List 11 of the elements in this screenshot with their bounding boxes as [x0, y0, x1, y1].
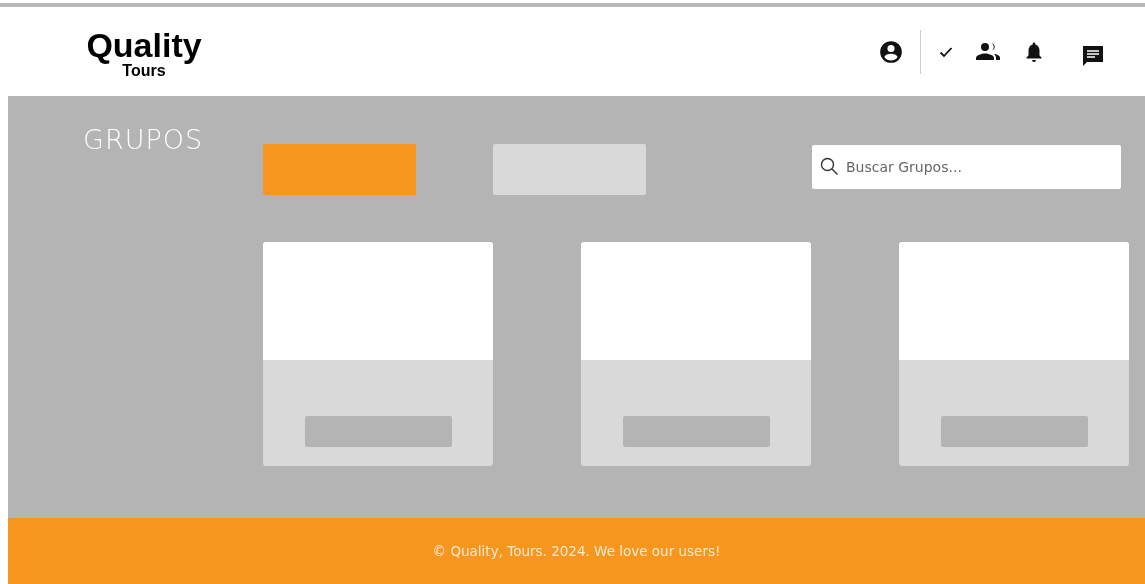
search-icon [820, 157, 839, 176]
page-heading: GRUPOS [83, 124, 204, 155]
search-field[interactable]: Buscar Grupos... [812, 145, 1121, 189]
logo-title: Quality [86, 28, 202, 62]
checkmark-icon[interactable] [939, 46, 953, 58]
bell-icon[interactable] [1025, 41, 1043, 63]
logo-subtitle: Tours [122, 62, 166, 80]
chat-icon[interactable] [1081, 44, 1105, 68]
footer-text: © Quality, Tours. 2024. We love our users! [432, 543, 721, 559]
account-icon[interactable] [878, 39, 904, 65]
people-icon[interactable] [975, 42, 1001, 62]
